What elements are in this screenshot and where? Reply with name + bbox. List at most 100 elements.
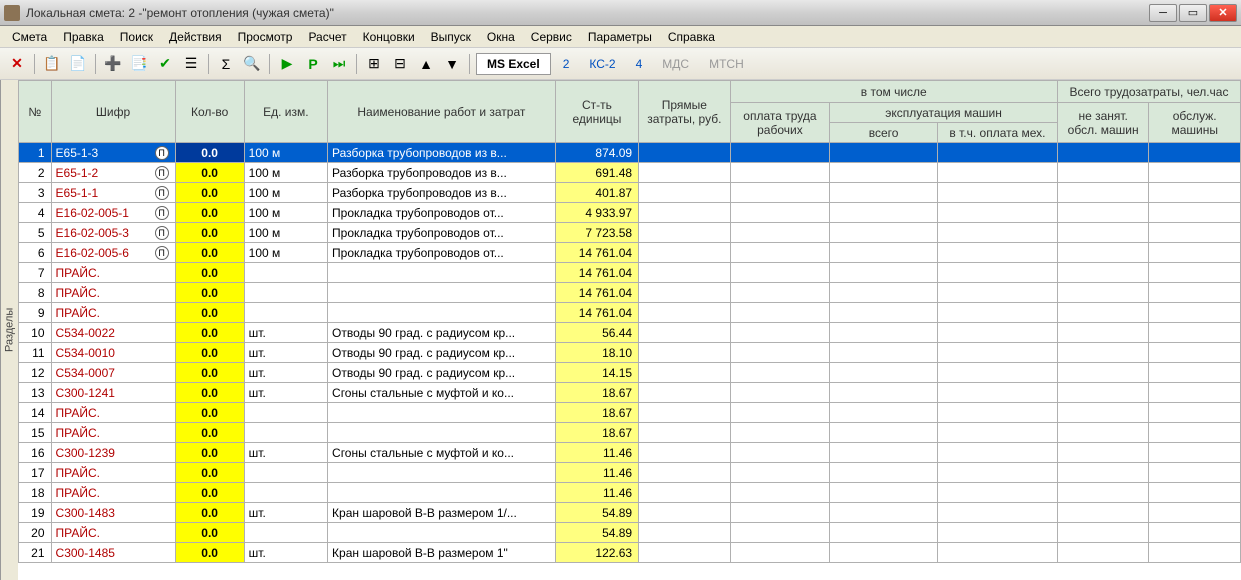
cell-qty[interactable]: 0.0	[175, 423, 244, 443]
cell-qty[interactable]: 0.0	[175, 443, 244, 463]
cell-cipher[interactable]: Е16-02-005-3П	[51, 223, 175, 243]
table-row[interactable]: 7ПРАЙС.0.014 761.04	[19, 263, 1241, 283]
col-mpay[interactable]: в т.ч. оплата мех.	[937, 123, 1057, 143]
table-row[interactable]: 15ПРАЙС.0.018.67	[19, 423, 1241, 443]
col-mtotal[interactable]: всего	[830, 123, 938, 143]
cell-cipher[interactable]: ПРАЙС.	[51, 403, 175, 423]
copy-icon[interactable]: 📋	[41, 53, 63, 75]
up-icon[interactable]: ▲	[415, 53, 437, 75]
cell-qty[interactable]: 0.0	[175, 383, 244, 403]
cell-cipher[interactable]: ПРАЙС.	[51, 423, 175, 443]
cell-cipher[interactable]: ПРАЙС.	[51, 283, 175, 303]
table-row[interactable]: 16С300-12390.0шт.Сгоны стальные с муфтой…	[19, 443, 1241, 463]
table-row[interactable]: 1Е65-1-3П0.0100 мРазборка трубопроводов …	[19, 143, 1241, 163]
pi-icon[interactable]: П	[155, 146, 169, 160]
cell-qty[interactable]: 0.0	[175, 343, 244, 363]
data-grid[interactable]: № Шифр Кол-во Ед. изм. Наименование рабо…	[18, 80, 1241, 580]
down-icon[interactable]: ▼	[441, 53, 463, 75]
cell-cipher[interactable]: Е65-1-3П	[51, 143, 175, 163]
pi-icon[interactable]: П	[155, 226, 169, 240]
col-labortotal[interactable]: Всего трудозатраты, чел.час	[1057, 81, 1240, 103]
next-icon[interactable]: ⏭	[328, 53, 350, 75]
table-row[interactable]: 12С534-00070.0шт.Отводы 90 град. с радиу…	[19, 363, 1241, 383]
cell-qty[interactable]: 0.0	[175, 183, 244, 203]
cell-cipher[interactable]: С300-1239	[51, 443, 175, 463]
col-labor[interactable]: оплата труда рабочих	[730, 103, 830, 143]
group-icon[interactable]: 📑	[128, 53, 150, 75]
cell-cipher[interactable]: ПРАЙС.	[51, 463, 175, 483]
cell-cipher[interactable]: С534-0022	[51, 323, 175, 343]
col-including[interactable]: в том числе	[730, 81, 1057, 103]
table-row[interactable]: 9ПРАЙС.0.014 761.04	[19, 303, 1241, 323]
tool-2[interactable]: 2	[555, 55, 578, 73]
cell-qty[interactable]: 0.0	[175, 223, 244, 243]
filter-icon[interactable]: ☰	[180, 53, 202, 75]
tool-4[interactable]: 4	[628, 55, 651, 73]
col-machines[interactable]: эксплуатация машин	[830, 103, 1058, 123]
pi-icon[interactable]: П	[155, 206, 169, 220]
cell-cipher[interactable]: ПРАЙС.	[51, 263, 175, 283]
cell-qty[interactable]: 0.0	[175, 463, 244, 483]
menu-vypusk[interactable]: Выпуск	[423, 28, 479, 46]
col-cipher[interactable]: Шифр	[51, 81, 175, 143]
menu-servis[interactable]: Сервис	[523, 28, 580, 46]
cell-cipher[interactable]: ПРАЙС.	[51, 303, 175, 323]
col-tnotbusy[interactable]: не занят. обсл. машин	[1057, 103, 1148, 143]
pi-icon[interactable]: П	[155, 166, 169, 180]
table-row[interactable]: 19С300-14830.0шт.Кран шаровой В-В размер…	[19, 503, 1241, 523]
cell-qty[interactable]: 0.0	[175, 203, 244, 223]
columns-icon[interactable]: ⊟	[389, 53, 411, 75]
side-tab-razdely[interactable]: Разделы	[0, 80, 18, 580]
cell-qty[interactable]: 0.0	[175, 163, 244, 183]
table-row[interactable]: 10С534-00220.0шт.Отводы 90 град. с радиу…	[19, 323, 1241, 343]
menu-smeta[interactable]: Смета	[4, 28, 55, 46]
table-row[interactable]: 18ПРАЙС.0.011.46	[19, 483, 1241, 503]
cell-cipher[interactable]: ПРАЙС.	[51, 523, 175, 543]
cell-qty[interactable]: 0.0	[175, 523, 244, 543]
grid-icon[interactable]: ⊞	[363, 53, 385, 75]
table-row[interactable]: 17ПРАЙС.0.011.46	[19, 463, 1241, 483]
table-row[interactable]: 13С300-12410.0шт.Сгоны стальные с муфтой…	[19, 383, 1241, 403]
msexcel-button[interactable]: MS Excel	[476, 53, 551, 75]
table-row[interactable]: 4Е16-02-005-1П0.0100 мПрокладка трубопро…	[19, 203, 1241, 223]
col-tmachines[interactable]: обслуж. машины	[1149, 103, 1241, 143]
menu-raschet[interactable]: Расчет	[300, 28, 354, 46]
play-icon[interactable]: ▶	[276, 53, 298, 75]
menu-okna[interactable]: Окна	[479, 28, 523, 46]
menu-prosmotr[interactable]: Просмотр	[230, 28, 301, 46]
pi-icon[interactable]: П	[155, 186, 169, 200]
cell-qty[interactable]: 0.0	[175, 483, 244, 503]
close-button[interactable]: ✕	[1209, 4, 1237, 22]
find-icon[interactable]: 🔍	[241, 53, 263, 75]
cell-qty[interactable]: 0.0	[175, 143, 244, 163]
cell-qty[interactable]: 0.0	[175, 403, 244, 423]
paste-icon[interactable]: 📄	[67, 53, 89, 75]
cell-cipher[interactable]: Е16-02-005-1П	[51, 203, 175, 223]
cell-cipher[interactable]: С534-0010	[51, 343, 175, 363]
col-qty[interactable]: Кол-во	[175, 81, 244, 143]
menu-pravka[interactable]: Правка	[55, 28, 112, 46]
col-num[interactable]: №	[19, 81, 52, 143]
menu-poisk[interactable]: Поиск	[112, 28, 161, 46]
col-name[interactable]: Наименование работ и затрат	[328, 81, 556, 143]
tool-kc2[interactable]: КС-2	[581, 55, 623, 73]
menu-spravka[interactable]: Справка	[660, 28, 723, 46]
maximize-button[interactable]: ▭	[1179, 4, 1207, 22]
col-cost[interactable]: Ст-ть единицы	[555, 81, 638, 143]
cell-cipher[interactable]: С300-1485	[51, 543, 175, 563]
delete-icon[interactable]: ✕	[6, 53, 28, 75]
cell-cipher[interactable]: С300-1241	[51, 383, 175, 403]
menu-deistviya[interactable]: Действия	[161, 28, 230, 46]
table-row[interactable]: 11С534-00100.0шт.Отводы 90 град. с радиу…	[19, 343, 1241, 363]
cell-qty[interactable]: 0.0	[175, 303, 244, 323]
table-row[interactable]: 2Е65-1-2П0.0100 мРазборка трубопроводов …	[19, 163, 1241, 183]
cell-cipher[interactable]: Е65-1-1П	[51, 183, 175, 203]
cell-qty[interactable]: 0.0	[175, 363, 244, 383]
cell-cipher[interactable]: Е65-1-2П	[51, 163, 175, 183]
menu-kontsovki[interactable]: Концовки	[355, 28, 423, 46]
check-icon[interactable]: ✔	[154, 53, 176, 75]
col-direct[interactable]: Прямые затраты, руб.	[639, 81, 730, 143]
menu-parametry[interactable]: Параметры	[580, 28, 660, 46]
cell-qty[interactable]: 0.0	[175, 243, 244, 263]
table-row[interactable]: 5Е16-02-005-3П0.0100 мПрокладка трубопро…	[19, 223, 1241, 243]
